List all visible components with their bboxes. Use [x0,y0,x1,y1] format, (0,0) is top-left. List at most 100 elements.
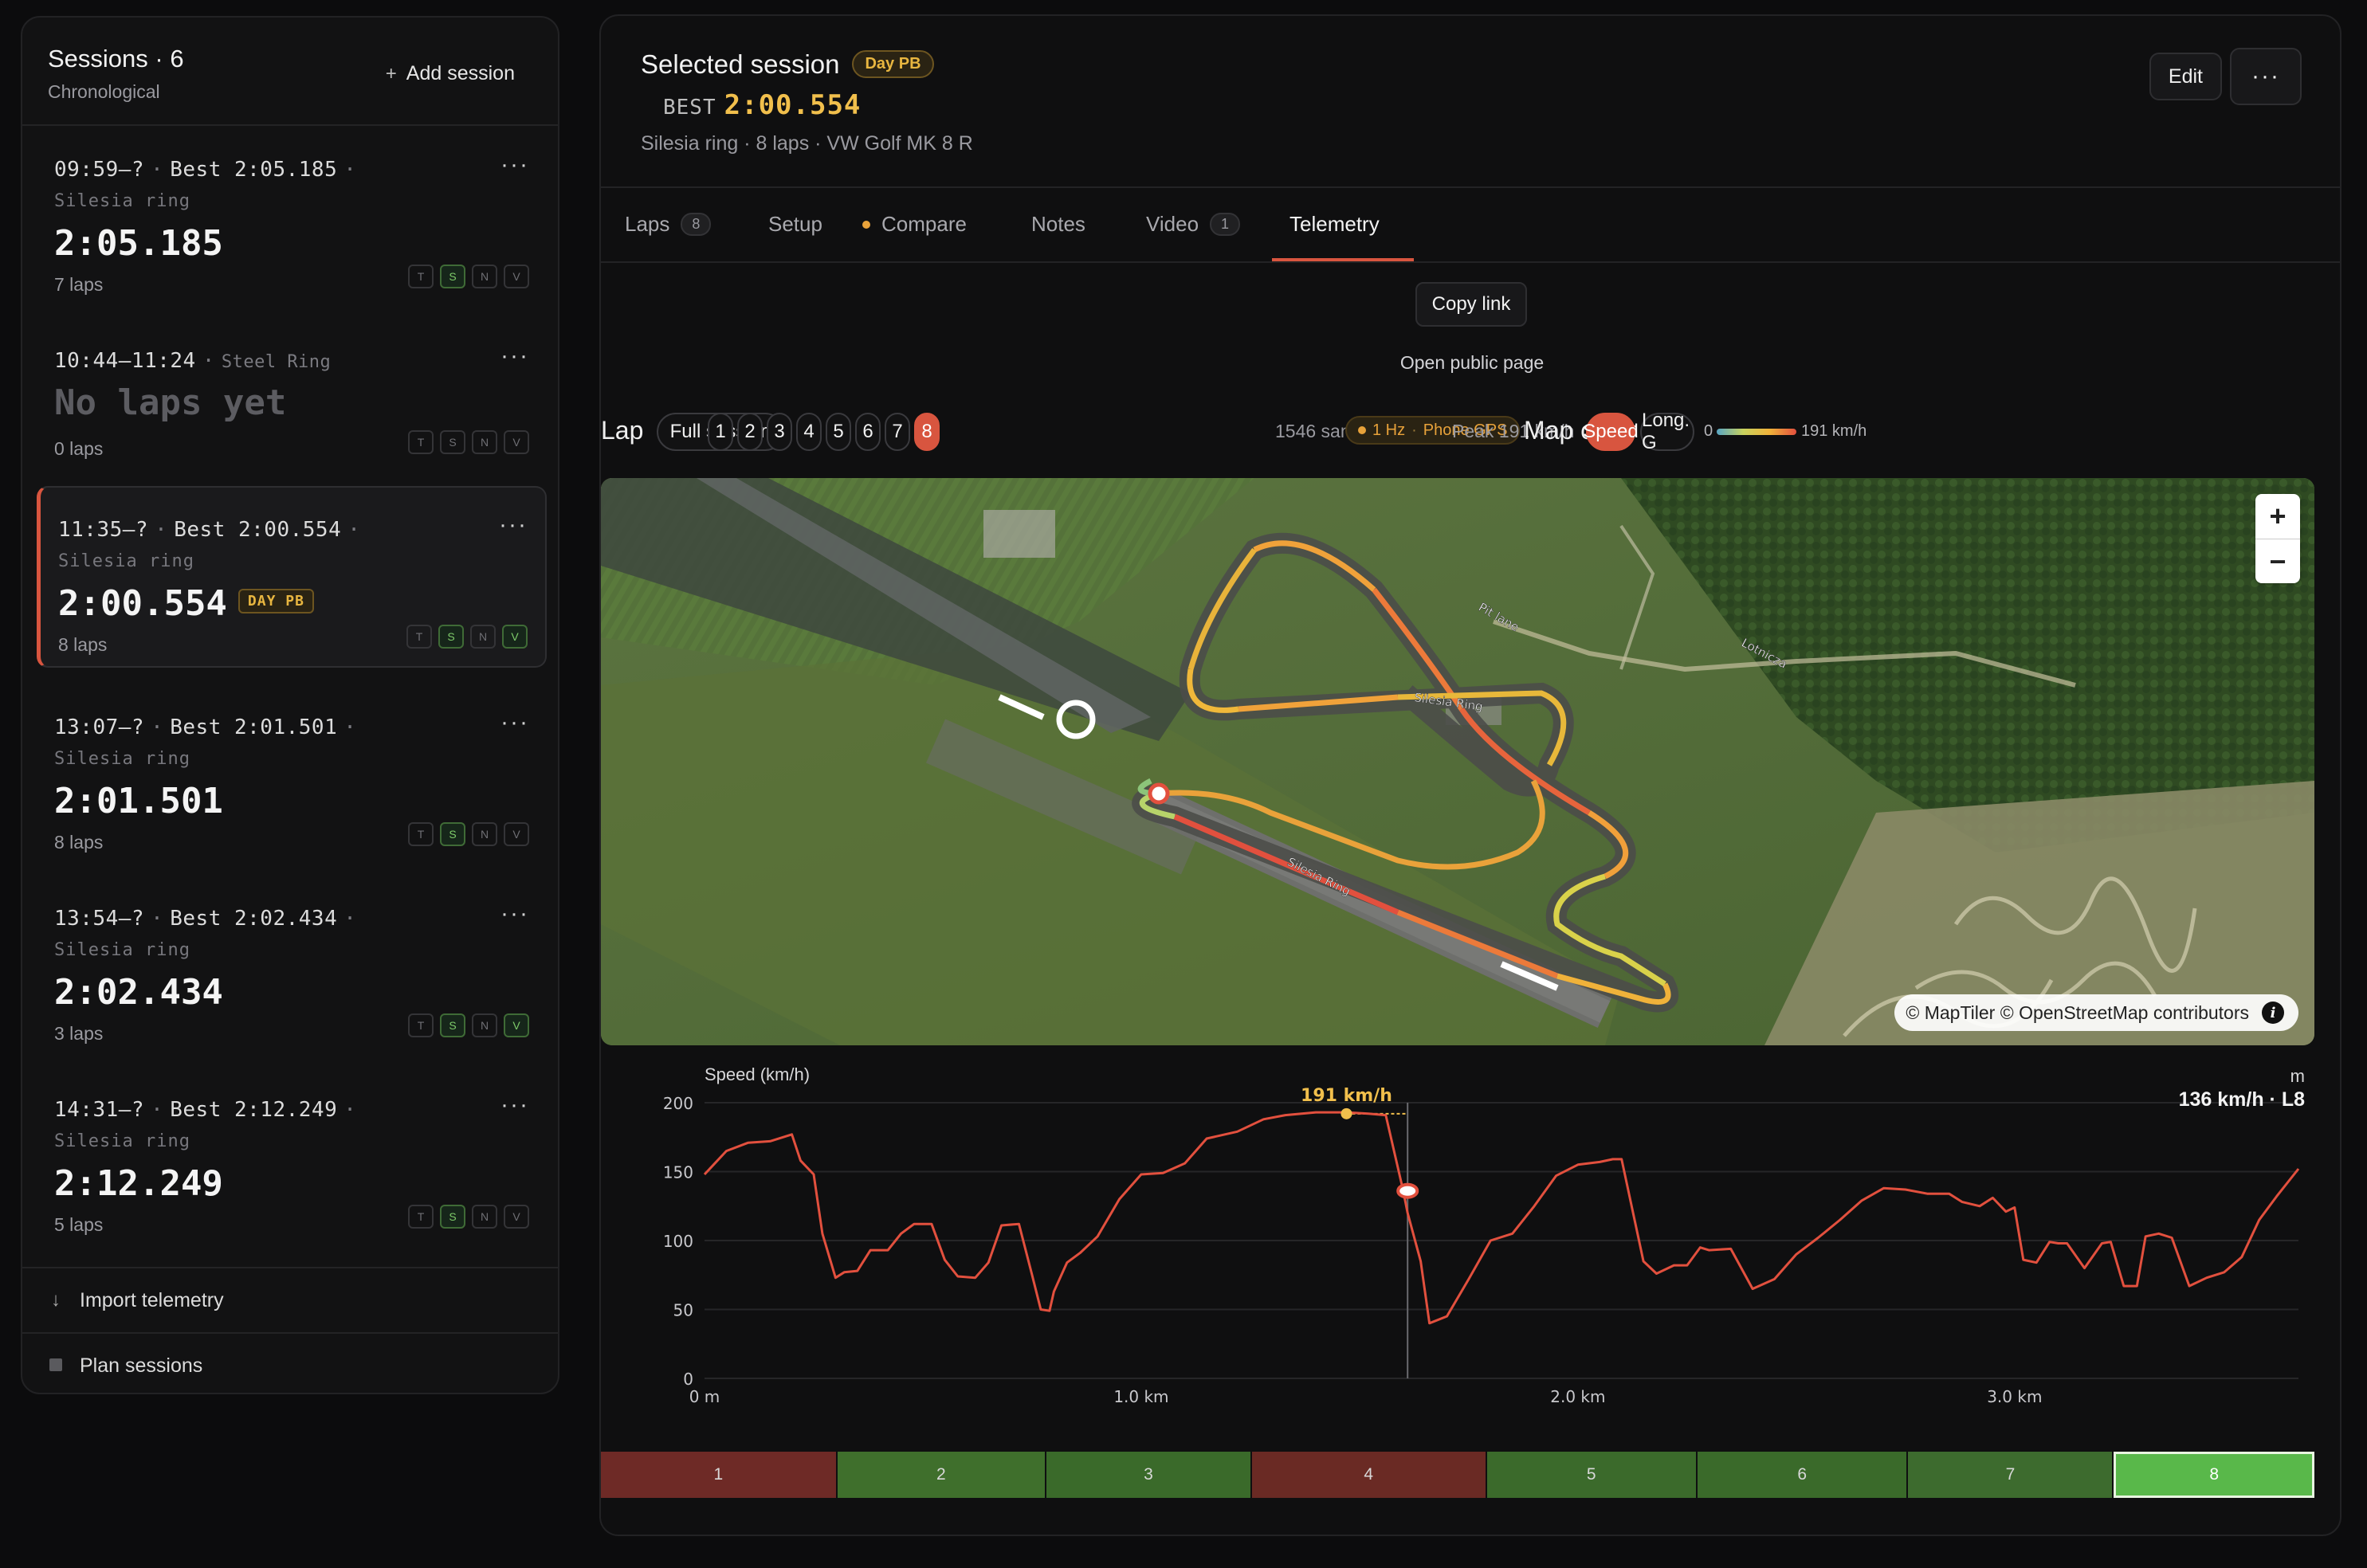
lap-chip-2[interactable]: 2 [737,413,763,451]
tab-video-label: Video [1146,212,1199,236]
session-tag[interactable]: S [440,265,465,288]
track-map[interactable]: Silesia Ring Silesia Ring Pit lane Lotni… [601,478,2314,1045]
lap-strip-segment[interactable]: 6 [1697,1452,1909,1498]
lap-chip-1[interactable]: 1 [708,413,733,451]
session-tag[interactable]: V [504,1013,529,1037]
session-best: Best 2:00.554 [174,518,342,542]
session-tag[interactable]: T [408,1013,434,1037]
lap-chip-5[interactable]: 5 [826,413,851,451]
session-tag[interactable]: N [470,625,496,649]
session-card[interactable]: 09:59–? · Best 2:05.185 · Silesia ring 2:05.1… [37,127,547,309]
session-detail-panel: Selected session Day PB BEST 2:00.554 Sile… [599,14,2341,1536]
tab-notes[interactable]: Notes [1031,212,1085,237]
session-card[interactable]: 13:54–? · Best 2:02.434 · Silesia ring 2:02.4… [37,876,547,1058]
copy-link-button[interactable]: Copy link [1415,282,1527,327]
lap-strip-segment[interactable]: 4 [1251,1452,1487,1498]
sessions-sidebar: Sessions · 6 Chronological + Add session… [21,16,559,1394]
session-tag[interactable]: V [502,625,528,649]
session-card[interactable]: 11:35–? · Best 2:00.554 · Silesia ring 2:00.5… [37,486,547,668]
lap-strip-segment[interactable]: 7 [1908,1452,2114,1498]
session-tag[interactable]: V [504,430,529,454]
session-card[interactable]: 13:07–? · Best 2:01.501 · Silesia ring 2:01.5… [37,685,547,867]
lap-strip-segment[interactable]: 2 [837,1452,1046,1498]
session-tag[interactable]: V [504,822,529,846]
best-label: BEST [663,96,716,120]
info-icon[interactable]: i [2262,1002,2284,1024]
open-public-page-link[interactable]: Open public page [1356,352,1588,374]
session-tag[interactable]: S [440,1013,465,1037]
lap-strip-segment[interactable]: 8 [2114,1452,2314,1498]
session-tag[interactable]: N [472,430,497,454]
x-tick-label: 1.0 km [1113,1387,1168,1406]
session-more-button[interactable]: ··· [500,151,529,178]
session-best: Best 2:05.185 [170,158,338,182]
lap-chip-8[interactable]: 8 [914,413,940,451]
tab-laps[interactable]: Laps 8 [625,212,712,237]
session-card[interactable]: 10:44–11:24 · Steel Ring No laps yet 0 laps ·… [37,319,547,500]
speed-chart[interactable]: Speed (km/h) m 136 km/h · L8 0 50 100 150 20… [601,1064,2343,1431]
lap-chip-4[interactable]: 4 [796,413,822,451]
map-color-speed-chip[interactable]: Speed [1583,413,1639,451]
lap-strip-segment[interactable]: 1 [601,1452,838,1498]
session-more-button[interactable]: ··· [500,900,529,927]
zoom-out-button[interactable]: − [2255,539,2300,584]
tab-video[interactable]: Video 1 [1146,212,1241,237]
session-tag[interactable]: S [438,625,464,649]
session-more-button[interactable]: ··· [500,343,529,370]
x-tick-label: 3.0 km [1987,1387,2042,1406]
tab-laps-label: Laps [625,212,670,236]
session-more-button[interactable]: ··· [500,1092,529,1119]
session-tag[interactable]: T [406,625,432,649]
session-tag[interactable]: T [408,430,434,454]
day-pb-badge: Day PB [852,49,934,78]
session-tag[interactable]: N [472,265,497,288]
tab-telemetry-label: Telemetry [1289,212,1380,236]
tab-telemetry[interactable]: Telemetry [1289,212,1380,237]
session-tag[interactable]: N [472,822,497,846]
more-options-button[interactable]: ··· [2230,48,2302,105]
zoom-in-button[interactable]: + [2255,494,2300,539]
session-tag[interactable]: T [408,265,434,288]
session-tag[interactable]: N [472,1205,497,1229]
edit-button[interactable]: Edit [2149,53,2222,100]
session-row-header: 11:35–? · Best 2:00.554 · [58,518,361,542]
tab-setup[interactable]: Setup [768,212,822,237]
color-scale-gradient [1717,429,1796,435]
session-card[interactable]: 14:31–? · Best 2:12.249 · Silesia ring 2:12.2… [37,1068,547,1249]
sidebar-subtitle: Chronological [48,81,160,102]
session-tag[interactable]: T [408,822,434,846]
session-track: Silesia ring [58,551,194,571]
import-telemetry-button[interactable]: ↓ Import telemetry [22,1267,558,1332]
session-tag[interactable]: V [504,1205,529,1229]
session-tag[interactable]: N [472,1013,497,1037]
lap-chip-7[interactable]: 7 [885,413,910,451]
map-color-longg-chip[interactable]: Long. G [1640,410,1694,453]
session-row-header: 10:44–11:24 · Steel Ring [54,349,332,373]
session-time-value: 2:12.249 [54,1163,223,1204]
lap-strip: 12345678 [601,1452,2314,1498]
lap-strip-segment[interactable]: 5 [1486,1452,1698,1498]
session-tag[interactable]: S [440,1205,465,1229]
y-tick-label: 0 [683,1370,693,1389]
tab-compare[interactable]: Compare [862,212,967,237]
cursor-readout: 136 km/h · L8 [2178,1088,2305,1111]
session-tag[interactable]: S [440,430,465,454]
session-tag[interactable]: V [504,265,529,288]
add-session-button[interactable]: + Add session [386,62,515,85]
session-more-button[interactable]: ··· [500,709,529,736]
session-time-value: 2:05.185 [54,223,223,264]
tab-video-count: 1 [1210,213,1241,236]
lap-chip-6[interactable]: 6 [855,413,881,451]
lap-chip-3[interactable]: 3 [767,413,792,451]
lap-strip-segment[interactable]: 3 [1046,1452,1252,1498]
plan-sessions-button[interactable]: Plan sessions [22,1332,558,1393]
lap-label: Lap [601,416,644,445]
session-tag[interactable]: T [408,1205,434,1229]
session-more-button[interactable]: ··· [499,512,528,539]
session-best: Best 2:02.434 [170,907,338,931]
session-tag[interactable]: S [440,822,465,846]
tab-setup-label: Setup [768,212,822,236]
best-lap: BEST 2:00.554 [663,89,861,121]
y-tick-label: 100 [663,1232,693,1251]
session-row-header: 13:54–? · Best 2:02.434 · [54,907,357,931]
